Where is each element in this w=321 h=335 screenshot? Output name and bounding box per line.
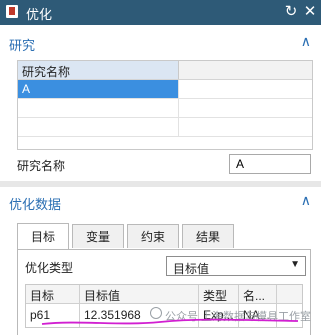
table-row-empty: [18, 99, 312, 118]
dropdown-arrow-icon: ▼: [290, 259, 300, 270]
optimization-tabs: 目标 变量 约束 结果: [17, 223, 311, 249]
study-section-header[interactable]: 研究 ∧: [6, 30, 321, 54]
refresh-icon[interactable]: ↻: [282, 2, 300, 22]
study-name-column-header[interactable]: 研究名称: [18, 61, 179, 79]
tab-constraints[interactable]: 约束: [127, 224, 179, 248]
study-table: 研究名称 A: [17, 60, 313, 150]
objective-grid-header: 目标 目标值 类型 名...: [26, 285, 302, 304]
tab-results[interactable]: 结果: [182, 224, 234, 248]
optimization-type-select[interactable]: 目标值 ▼: [166, 256, 306, 276]
column-header-target-value[interactable]: 目标值: [84, 287, 120, 304]
study-section-title: 研究: [9, 38, 36, 53]
table-row-empty: [18, 118, 312, 137]
table-row[interactable]: A: [18, 80, 312, 99]
close-icon[interactable]: ✕: [301, 2, 319, 22]
optimization-type-value: 目标值: [173, 262, 210, 276]
column-header-name[interactable]: 名...: [243, 287, 265, 304]
chevron-up-icon[interactable]: ∧: [301, 33, 311, 50]
study-row-name: A: [22, 82, 31, 96]
annotation-underline: [41, 318, 299, 325]
tab-variables[interactable]: 变量: [72, 224, 124, 248]
study-table-header: 研究名称: [18, 61, 312, 80]
app-icon: [6, 5, 18, 18]
optimization-section-title: 优化数据: [9, 197, 62, 212]
study-name-label: 研究名称: [17, 159, 66, 173]
study-name-input[interactable]: [229, 154, 311, 174]
chevron-up-icon[interactable]: ∧: [301, 192, 311, 209]
optimization-section-header[interactable]: 优化数据 ∧: [6, 189, 321, 213]
section-divider: [0, 181, 321, 187]
title-bar: 优化 ↻ ✕: [0, 0, 321, 25]
window-title: 优化: [26, 7, 53, 22]
tab-objective[interactable]: 目标: [17, 223, 69, 249]
column-header-objective[interactable]: 目标: [30, 287, 54, 304]
column-header-type[interactable]: 类型: [203, 287, 227, 304]
optimization-type-label: 优化类型: [25, 261, 74, 275]
